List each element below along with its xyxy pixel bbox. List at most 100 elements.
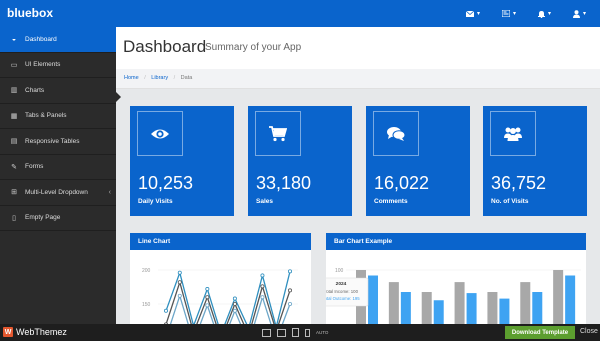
caret-down-icon: ▾ — [476, 11, 480, 17]
stat-card-comments: 16,022 Comments — [366, 106, 470, 216]
webthemez-brand[interactable]: W WebThemez — [3, 327, 67, 337]
stat-label: Comments — [374, 198, 408, 205]
sidebar-item-multi-level-dropdown[interactable]: ⊞ Multi-Level Dropdown ‹ — [0, 180, 116, 206]
page-header: Dashboard Summary of your App — [116, 27, 600, 69]
sidebar-notch — [116, 92, 121, 102]
tooltip-year: 2024 — [336, 281, 347, 287]
line-chart: 200 150 — [142, 268, 298, 325]
sidebar-item-empty-page[interactable]: ▯ Empty Page — [0, 206, 116, 231]
phone-view-icon[interactable] — [305, 328, 310, 337]
data-point — [232, 308, 237, 313]
stat-card-sales: 33,180 Sales — [248, 106, 352, 216]
bar — [532, 292, 543, 325]
user-dropdown[interactable]: ▾ — [565, 0, 594, 27]
shopping-cart-icon — [269, 125, 287, 141]
dashboard-icon: ◒ — [11, 35, 17, 43]
stat-value: 16,022 — [374, 173, 430, 193]
stat-icon-box — [490, 111, 536, 156]
bar — [466, 293, 477, 325]
data-point — [232, 302, 237, 307]
sidebar-item-tabs-panels[interactable]: ▦ Tabs & Panels — [0, 104, 116, 129]
edit-icon: ✎ — [11, 163, 17, 171]
logo[interactable]: bluebox — [7, 6, 53, 20]
stat-label: No. of Visits — [491, 198, 529, 205]
sidebar: ◒ Dashboard ▭ UI Elements ▥ Charts ▦ Tab… — [0, 27, 121, 324]
close-button[interactable]: Close — [580, 328, 598, 335]
caret-down-icon: ▾ — [512, 11, 516, 17]
alerts-dropdown[interactable]: ▾ — [530, 0, 559, 27]
table-icon: ▤ — [10, 138, 18, 146]
stat-value: 10,253 — [138, 173, 194, 193]
top-navbar: bluebox ▾ ▾ ▾ ▾ — [0, 0, 600, 27]
desktop-view-icon[interactable] — [262, 328, 271, 337]
stat-label: Sales — [256, 198, 273, 205]
webthemez-logo-icon: W — [3, 327, 13, 337]
data-point — [287, 269, 292, 274]
comments-icon — [387, 126, 406, 141]
caret-down-icon: ▾ — [547, 11, 551, 17]
messages-dropdown[interactable]: ▾ — [458, 0, 488, 27]
tooltip-line: Total Income: 100 — [326, 289, 359, 294]
bar — [454, 282, 465, 325]
data-point — [177, 280, 182, 285]
tasks-dropdown[interactable]: ▾ — [494, 0, 524, 27]
sidebar-item-forms[interactable]: ✎ Forms — [0, 155, 116, 180]
stat-card-visits: 36,752 No. of Visits — [483, 106, 587, 216]
page-title: Dashboard — [123, 37, 207, 56]
sitemap-icon: ⊞ — [11, 189, 17, 197]
breadcrumb-separator: / — [173, 75, 176, 81]
bar — [487, 292, 498, 325]
bar — [421, 292, 432, 325]
download-template-button[interactable]: Download Template — [505, 326, 575, 339]
y-tick-label: 200 — [142, 268, 151, 274]
stat-value: 33,180 — [256, 173, 312, 193]
data-point — [260, 295, 265, 300]
data-point — [205, 287, 210, 292]
sidebar-item-label: Tabs & Panels — [25, 112, 67, 120]
tooltip-line: Total Outcome: 195 — [326, 296, 360, 301]
data-point — [287, 288, 292, 293]
y-tick-label: 100 — [335, 268, 344, 274]
stat-card-daily-visits: 10,253 Daily Visits — [130, 106, 234, 216]
breadcrumb-library[interactable]: Library — [151, 75, 168, 81]
breadcrumb-data: Data — [180, 75, 193, 81]
data-point — [164, 308, 169, 313]
breadcrumb-home[interactable]: Home — [124, 75, 139, 81]
bell-icon — [537, 10, 545, 18]
tasks-icon — [501, 10, 510, 17]
series-line — [165, 279, 291, 325]
bar-chart-icon: ▥ — [10, 87, 18, 95]
bar — [520, 282, 531, 325]
data-point — [260, 284, 265, 289]
auto-view-button[interactable]: AUTO — [316, 330, 328, 335]
sidebar-item-label: Empty Page — [25, 214, 61, 222]
bar-chart-panel: Bar Chart Example 100 2024 Total Income: 1… — [326, 233, 586, 325]
line-chart-panel: Line Chart 200 150 — [130, 233, 311, 325]
eye-icon — [151, 129, 169, 138]
caret-down-icon: ▾ — [582, 11, 586, 17]
bar — [565, 275, 576, 325]
sidebar-item-label: UI Elements — [25, 61, 61, 69]
bar — [553, 270, 564, 325]
bar — [368, 275, 378, 325]
breadcrumb: Home / Library / Data — [116, 69, 600, 89]
sidebar-item-responsive-tables[interactable]: ▤ Responsive Tables — [0, 129, 116, 155]
file-icon: ▯ — [12, 214, 16, 222]
stat-value: 36,752 — [491, 173, 547, 193]
data-point — [177, 293, 182, 298]
laptop-view-icon[interactable] — [277, 328, 286, 337]
sidebar-item-charts[interactable]: ▥ Charts — [0, 78, 116, 104]
qrcode-icon: ▦ — [10, 112, 18, 120]
bar — [499, 298, 510, 325]
stat-label: Daily Visits — [138, 198, 173, 205]
device-preview-switcher: AUTO — [262, 328, 328, 337]
tablet-view-icon[interactable] — [292, 328, 299, 337]
y-tick-label: 150 — [142, 302, 151, 308]
sidebar-item-label: Forms — [25, 163, 44, 171]
sidebar-item-dashboard[interactable]: ◒ Dashboard — [0, 27, 121, 53]
sidebar-item-label: Responsive Tables — [25, 137, 80, 145]
top-nav-icons: ▾ ▾ ▾ ▾ — [458, 0, 594, 27]
stat-icon-box — [137, 111, 183, 156]
data-point — [287, 302, 292, 307]
sidebar-item-ui-elements[interactable]: ▭ UI Elements — [0, 53, 116, 78]
